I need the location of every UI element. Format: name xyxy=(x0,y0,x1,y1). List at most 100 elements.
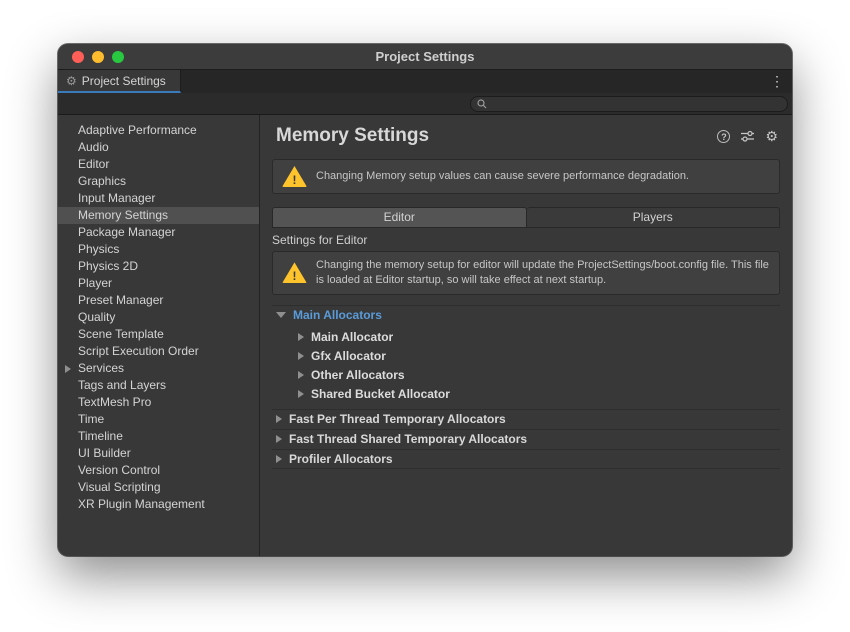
warning-text: Changing Memory setup values can cause s… xyxy=(316,169,689,184)
sidebar-item-label: Physics xyxy=(78,242,119,256)
foldout-label: Fast Per Thread Temporary Allocators xyxy=(289,412,506,426)
sidebar-item-visual-scripting[interactable]: Visual Scripting xyxy=(58,479,259,496)
memory-settings-panel: Memory Settings ? ⚙ xyxy=(260,115,792,556)
sidebar-item-label: Visual Scripting xyxy=(78,480,161,494)
sidebar-item-physics[interactable]: Physics xyxy=(58,241,259,258)
sidebar-item-adaptive-performance[interactable]: Adaptive Performance xyxy=(58,122,259,139)
sidebar-item-memory-settings[interactable]: Memory Settings xyxy=(58,207,259,224)
main-allocators-children: Main Allocator Gfx Allocator Other Alloc… xyxy=(272,325,780,409)
project-settings-window: Project Settings ⚙ Project Settings ⋮ xyxy=(58,44,792,556)
sidebar-item-physics-2d[interactable]: Physics 2D xyxy=(58,258,259,275)
sidebar-item-script-execution-order[interactable]: Script Execution Order xyxy=(58,343,259,360)
sidebar-item-label: Package Manager xyxy=(78,225,175,239)
foldout-arrow-icon xyxy=(65,365,71,373)
sidebar-item-editor[interactable]: Editor xyxy=(58,156,259,173)
sidebar-item-quality[interactable]: Quality xyxy=(58,309,259,326)
sidebar-item-label: Input Manager xyxy=(78,191,155,205)
titlebar: Project Settings xyxy=(58,44,792,70)
sidebar-item-xr-plugin-management[interactable]: XR Plugin Management xyxy=(58,496,259,513)
foldout-label: Gfx Allocator xyxy=(311,349,386,363)
preset-icon[interactable] xyxy=(740,130,755,142)
content-area: Adaptive Performance Audio Editor Graphi… xyxy=(58,115,792,556)
gear-icon: ⚙ xyxy=(66,75,77,87)
tab-players[interactable]: Players xyxy=(527,207,781,228)
gear-icon[interactable]: ⚙ xyxy=(765,129,778,143)
sidebar-item-label: UI Builder xyxy=(78,446,131,460)
sidebar-item-time[interactable]: Time xyxy=(58,411,259,428)
tab-project-settings[interactable]: ⚙ Project Settings xyxy=(58,70,181,93)
sidebar-item-ui-builder[interactable]: UI Builder xyxy=(58,445,259,462)
foldout-closed-icon xyxy=(276,435,282,443)
sidebar-item-label: Editor xyxy=(78,157,109,171)
foldout-label: Shared Bucket Allocator xyxy=(311,387,450,401)
tab-editor[interactable]: Editor xyxy=(272,207,527,228)
search-icon xyxy=(477,99,487,109)
window-menu-icon[interactable]: ⋮ xyxy=(770,70,784,93)
sidebar-item-label: Audio xyxy=(78,140,109,154)
warning-box-global: ! Changing Memory setup values can cause… xyxy=(272,159,780,194)
foldout-shared-bucket-allocator[interactable]: Shared Bucket Allocator xyxy=(272,385,780,404)
sidebar-item-label: Graphics xyxy=(78,174,126,188)
window-title: Project Settings xyxy=(58,44,792,70)
settings-for-label: Settings for Editor xyxy=(272,233,780,247)
header-icons: ? ⚙ xyxy=(717,129,778,143)
panel-header: Memory Settings ? ⚙ xyxy=(260,115,792,155)
sidebar-item-label: Physics 2D xyxy=(78,259,138,273)
sidebar-item-label: Adaptive Performance xyxy=(78,123,197,137)
foldout-closed-icon xyxy=(298,371,304,379)
foldout-closed-icon xyxy=(298,390,304,398)
sidebar-item-label: Scene Template xyxy=(78,327,164,341)
sidebar-item-label: XR Plugin Management xyxy=(78,497,205,511)
foldout-main-allocators[interactable]: Main Allocators xyxy=(272,305,780,325)
sidebar-item-timeline[interactable]: Timeline xyxy=(58,428,259,445)
foldout-profiler-allocators[interactable]: Profiler Allocators xyxy=(272,449,780,469)
foldout-closed-icon xyxy=(276,455,282,463)
sidebar-item-input-manager[interactable]: Input Manager xyxy=(58,190,259,207)
foldout-label: Other Allocators xyxy=(311,368,405,382)
foldout-fast-thread-shared-temporary-allocators[interactable]: Fast Thread Shared Temporary Allocators xyxy=(272,429,780,449)
search-field[interactable] xyxy=(470,96,788,112)
warning-exclamation: ! xyxy=(282,270,307,282)
dock-tab-strip: ⚙ Project Settings ⋮ xyxy=(58,70,792,93)
warning-icon: ! xyxy=(282,166,307,187)
sidebar-item-scene-template[interactable]: Scene Template xyxy=(58,326,259,343)
desktop-background: Project Settings ⚙ Project Settings ⋮ xyxy=(0,0,850,632)
foldout-fast-per-thread-temporary-allocators[interactable]: Fast Per Thread Temporary Allocators xyxy=(272,409,780,429)
warning-exclamation: ! xyxy=(282,174,307,186)
sidebar-item-label: Version Control xyxy=(78,463,160,477)
warning-box-editor: ! Changing the memory setup for editor w… xyxy=(272,251,780,295)
sidebar-item-graphics[interactable]: Graphics xyxy=(58,173,259,190)
foldout-open-icon xyxy=(276,312,286,318)
foldout-main-allocator[interactable]: Main Allocator xyxy=(272,328,780,347)
foldout-closed-icon xyxy=(276,415,282,423)
sidebar-item-tags-and-layers[interactable]: Tags and Layers xyxy=(58,377,259,394)
sidebar-item-label: Timeline xyxy=(78,429,123,443)
foldout-label: Fast Thread Shared Temporary Allocators xyxy=(289,432,527,446)
sidebar-item-label: Preset Manager xyxy=(78,293,163,307)
sidebar-item-label: TextMesh Pro xyxy=(78,395,151,409)
sidebar-item-label: Time xyxy=(78,412,104,426)
sidebar-item-label: Services xyxy=(78,361,124,375)
sidebar-item-label: Quality xyxy=(78,310,115,324)
sidebar-item-textmesh-pro[interactable]: TextMesh Pro xyxy=(58,394,259,411)
dock-tab-label: Project Settings xyxy=(82,74,166,88)
warning-icon: ! xyxy=(282,262,307,283)
warning-text: Changing the memory setup for editor wil… xyxy=(316,258,770,288)
foldout-gfx-allocator[interactable]: Gfx Allocator xyxy=(272,347,780,366)
search-input[interactable] xyxy=(491,98,781,110)
sidebar-item-version-control[interactable]: Version Control xyxy=(58,462,259,479)
sidebar-item-services[interactable]: Services xyxy=(58,360,259,377)
allocators-list: Main Allocators Main Allocator Gfx Alloc… xyxy=(272,305,780,469)
editor-players-tabbar: Editor Players xyxy=(272,207,780,228)
foldout-closed-icon xyxy=(298,333,304,341)
help-icon[interactable]: ? xyxy=(717,130,730,143)
sidebar-item-label: Player xyxy=(78,276,112,290)
foldout-label: Main Allocator xyxy=(311,330,393,344)
sidebar-item-player[interactable]: Player xyxy=(58,275,259,292)
sidebar-item-package-manager[interactable]: Package Manager xyxy=(58,224,259,241)
foldout-label: Profiler Allocators xyxy=(289,452,393,466)
sidebar-item-preset-manager[interactable]: Preset Manager xyxy=(58,292,259,309)
foldout-other-allocators[interactable]: Other Allocators xyxy=(272,366,780,385)
settings-sidebar: Adaptive Performance Audio Editor Graphi… xyxy=(58,115,260,556)
sidebar-item-audio[interactable]: Audio xyxy=(58,139,259,156)
